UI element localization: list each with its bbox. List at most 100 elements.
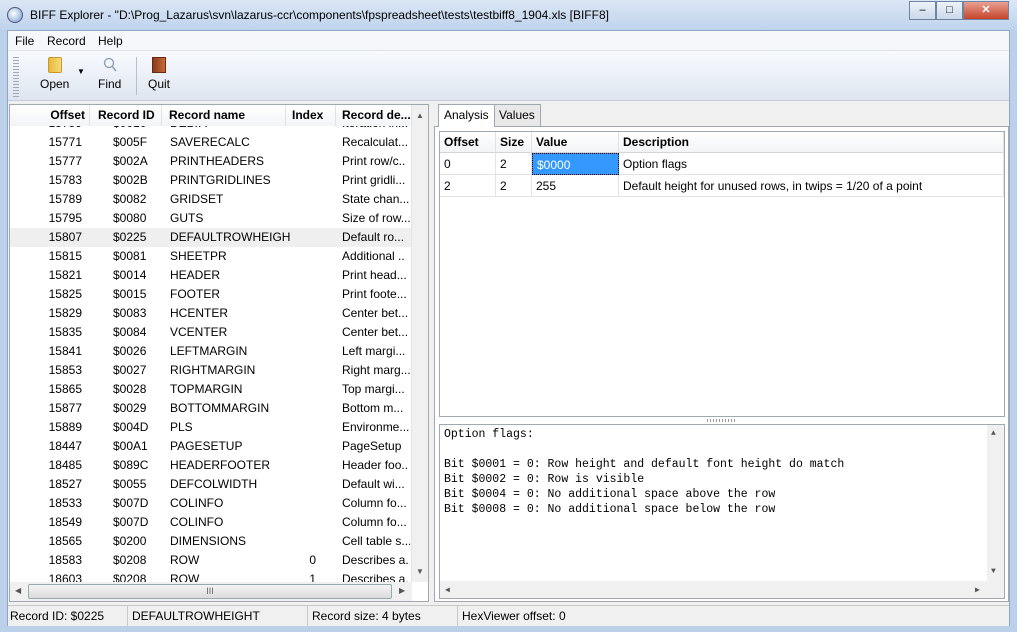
record-row[interactable]: 18583 $0208 ROW 0 Describes a.. [10, 551, 412, 570]
description-cell: Print foote... [342, 287, 407, 301]
record-id-cell: $0081 [113, 249, 147, 263]
description-cell: Print row/c.. [342, 154, 406, 168]
record-row[interactable]: 15853 $0027 RIGHTMARGIN Right marg... [10, 361, 412, 380]
record-row[interactable]: 15815 $0081 SHEETPR Additional .. [10, 247, 412, 266]
record-row[interactable]: 15835 $0084 VCENTER Center bet... [10, 323, 412, 342]
record-row[interactable]: 18485 $089C HEADERFOOTER Header foo.. [10, 456, 412, 475]
app-icon [7, 7, 23, 23]
index-cell: 0 [309, 553, 316, 567]
open-dropdown-icon[interactable]: ▼ [77, 67, 85, 76]
record-list[interactable]: Offset Record ID Record name Index Recor… [9, 104, 429, 602]
analysis-cell[interactable]: 0 [440, 153, 496, 175]
scroll-thumb[interactable]: III [28, 584, 392, 599]
maximize-button[interactable]: □ [936, 1, 963, 20]
description-cell: Cell table s... [342, 534, 410, 548]
record-row[interactable]: 15841 $0026 LEFTMARGIN Left margi... [10, 342, 412, 361]
description-cell: Default wi... [342, 477, 405, 491]
analysis-cell[interactable]: Default height for unused rows, in twips… [619, 175, 1004, 197]
record-row[interactable]: 15789 $0082 GRIDSET State chan... [10, 190, 412, 209]
description-cell: Print head... [342, 268, 407, 282]
scroll-down-icon[interactable]: ▼ [416, 567, 424, 576]
toolbar-grip[interactable] [13, 57, 19, 97]
record-row[interactable]: 15795 $0080 GUTS Size of row... [10, 209, 412, 228]
record-id-cell: $007D [113, 515, 149, 529]
menu-record[interactable]: Record [47, 34, 86, 48]
col-offset[interactable]: Offset [440, 132, 496, 153]
analysis-cell[interactable]: 2 [440, 175, 496, 197]
col-record-desc[interactable]: Record de... [336, 105, 412, 126]
analysis-cell[interactable]: 2 [496, 153, 532, 175]
record-row[interactable]: 15807 $0225 DEFAULTROWHEIGHT Default ro... [10, 228, 412, 247]
record-row[interactable]: 18565 $0200 DIMENSIONS Cell table s... [10, 532, 412, 551]
minimize-button[interactable]: – [909, 1, 936, 20]
analysis-cell[interactable]: Option flags [619, 153, 1004, 175]
status-bar: Record ID: $0225 DEFAULTROWHEIGHT Record… [8, 605, 1009, 627]
offset-cell: 18533 [48, 496, 82, 510]
record-row[interactable]: 18447 $00A1 PAGESETUP PageSetup [10, 437, 412, 456]
index-cell: 1 [309, 572, 316, 582]
record-row[interactable]: 18527 $0055 DEFCOLWIDTH Default wi... [10, 475, 412, 494]
col-size[interactable]: Size [496, 132, 532, 153]
record-row[interactable]: 15759 $0010 DELTA Iteration in... [10, 126, 412, 133]
offset-cell: 15865 [48, 382, 82, 396]
menu-file[interactable]: File [15, 34, 34, 48]
record-name-cell: PAGESETUP [170, 439, 243, 453]
vertical-scrollbar[interactable]: ▲ ▼ [411, 105, 428, 582]
analysis-cell[interactable]: $0000 [532, 153, 619, 175]
analysis-grid[interactable]: Offset Size Value Description 0 2 $0000 Opt… [439, 131, 1005, 417]
offset-cell: 18565 [48, 534, 82, 548]
record-id-cell: $00A1 [113, 439, 148, 453]
record-row[interactable]: 18549 $007D COLINFO Column fo... [10, 513, 412, 532]
memo-vertical-scrollbar[interactable]: ▲ ▼ [987, 425, 1004, 598]
record-id-cell: $004D [113, 420, 149, 434]
description-cell: Default ro... [342, 230, 405, 244]
tab-analysis[interactable]: Analysis [438, 104, 495, 127]
details-line: Bit $0001 = 0: Row height and default fo… [444, 458, 845, 471]
record-name-cell: TOPMARGIN [170, 382, 243, 396]
col-value[interactable]: Value [532, 132, 619, 153]
scroll-left-icon[interactable]: ◀ [15, 586, 21, 595]
horizontal-scrollbar[interactable]: ◀ III ▶ [10, 582, 412, 601]
open-button[interactable]: Open [40, 57, 69, 91]
analysis-cell[interactable]: 255 [532, 175, 619, 197]
scroll-up-icon[interactable]: ▲ [416, 111, 424, 120]
tab-values[interactable]: Values [493, 104, 541, 126]
record-row[interactable]: 15877 $0029 BOTTOMMARGIN Bottom m... [10, 399, 412, 418]
record-id-cell: $0208 [113, 572, 147, 582]
col-record-id[interactable]: Record ID [90, 105, 162, 126]
offset-cell: 15835 [48, 325, 82, 339]
record-row[interactable]: 15825 $0015 FOOTER Print foote... [10, 285, 412, 304]
record-name-cell: LEFTMARGIN [170, 344, 248, 358]
record-row[interactable]: 15771 $005F SAVERECALC Recalculat... [10, 133, 412, 152]
details-memo[interactable]: Option flags: Bit $0001 = 0: Row height a… [439, 424, 1005, 599]
record-name-cell: FOOTER [170, 287, 220, 301]
menu-help[interactable]: Help [98, 34, 123, 48]
record-row[interactable]: 15783 $002B PRINTGRIDLINES Print gridli... [10, 171, 412, 190]
description-cell: Header foo.. [342, 458, 409, 472]
record-row[interactable]: 15865 $0028 TOPMARGIN Top margi... [10, 380, 412, 399]
find-button[interactable]: Find [98, 57, 121, 91]
close-button[interactable]: ✕ [963, 1, 1009, 20]
record-row[interactable]: 15777 $002A PRINTHEADERS Print row/c.. [10, 152, 412, 171]
col-offset[interactable]: Offset [10, 105, 90, 126]
memo-horizontal-scrollbar[interactable]: ◀ ▶ [440, 581, 988, 598]
record-row[interactable]: 15821 $0014 HEADER Print head... [10, 266, 412, 285]
record-row[interactable]: 15889 $004D PLS Environme... [10, 418, 412, 437]
record-row[interactable]: 18603 $0208 ROW 1 Describes a... [10, 570, 412, 582]
quit-button[interactable]: Quit [148, 57, 170, 91]
analysis-cell[interactable]: 2 [496, 175, 532, 197]
record-id-cell: $0014 [113, 268, 147, 282]
record-name-cell: DELTA [170, 126, 290, 133]
status-hex-offset: HexViewer offset: 0 [462, 609, 566, 623]
record-name-cell: GRIDSET [170, 192, 224, 206]
offset-cell: 18549 [48, 515, 82, 529]
scroll-right-icon[interactable]: ▶ [399, 586, 405, 595]
offset-cell: 15841 [48, 344, 82, 358]
record-row[interactable]: 15829 $0083 HCENTER Center bet... [10, 304, 412, 323]
record-row[interactable]: 18533 $007D COLINFO Column fo... [10, 494, 412, 513]
splitter-handle[interactable] [707, 419, 737, 422]
col-description[interactable]: Description [619, 132, 1004, 153]
col-record-name[interactable]: Record name [162, 105, 286, 126]
col-index[interactable]: Index [286, 105, 336, 126]
record-name-cell: ROW [170, 553, 200, 567]
